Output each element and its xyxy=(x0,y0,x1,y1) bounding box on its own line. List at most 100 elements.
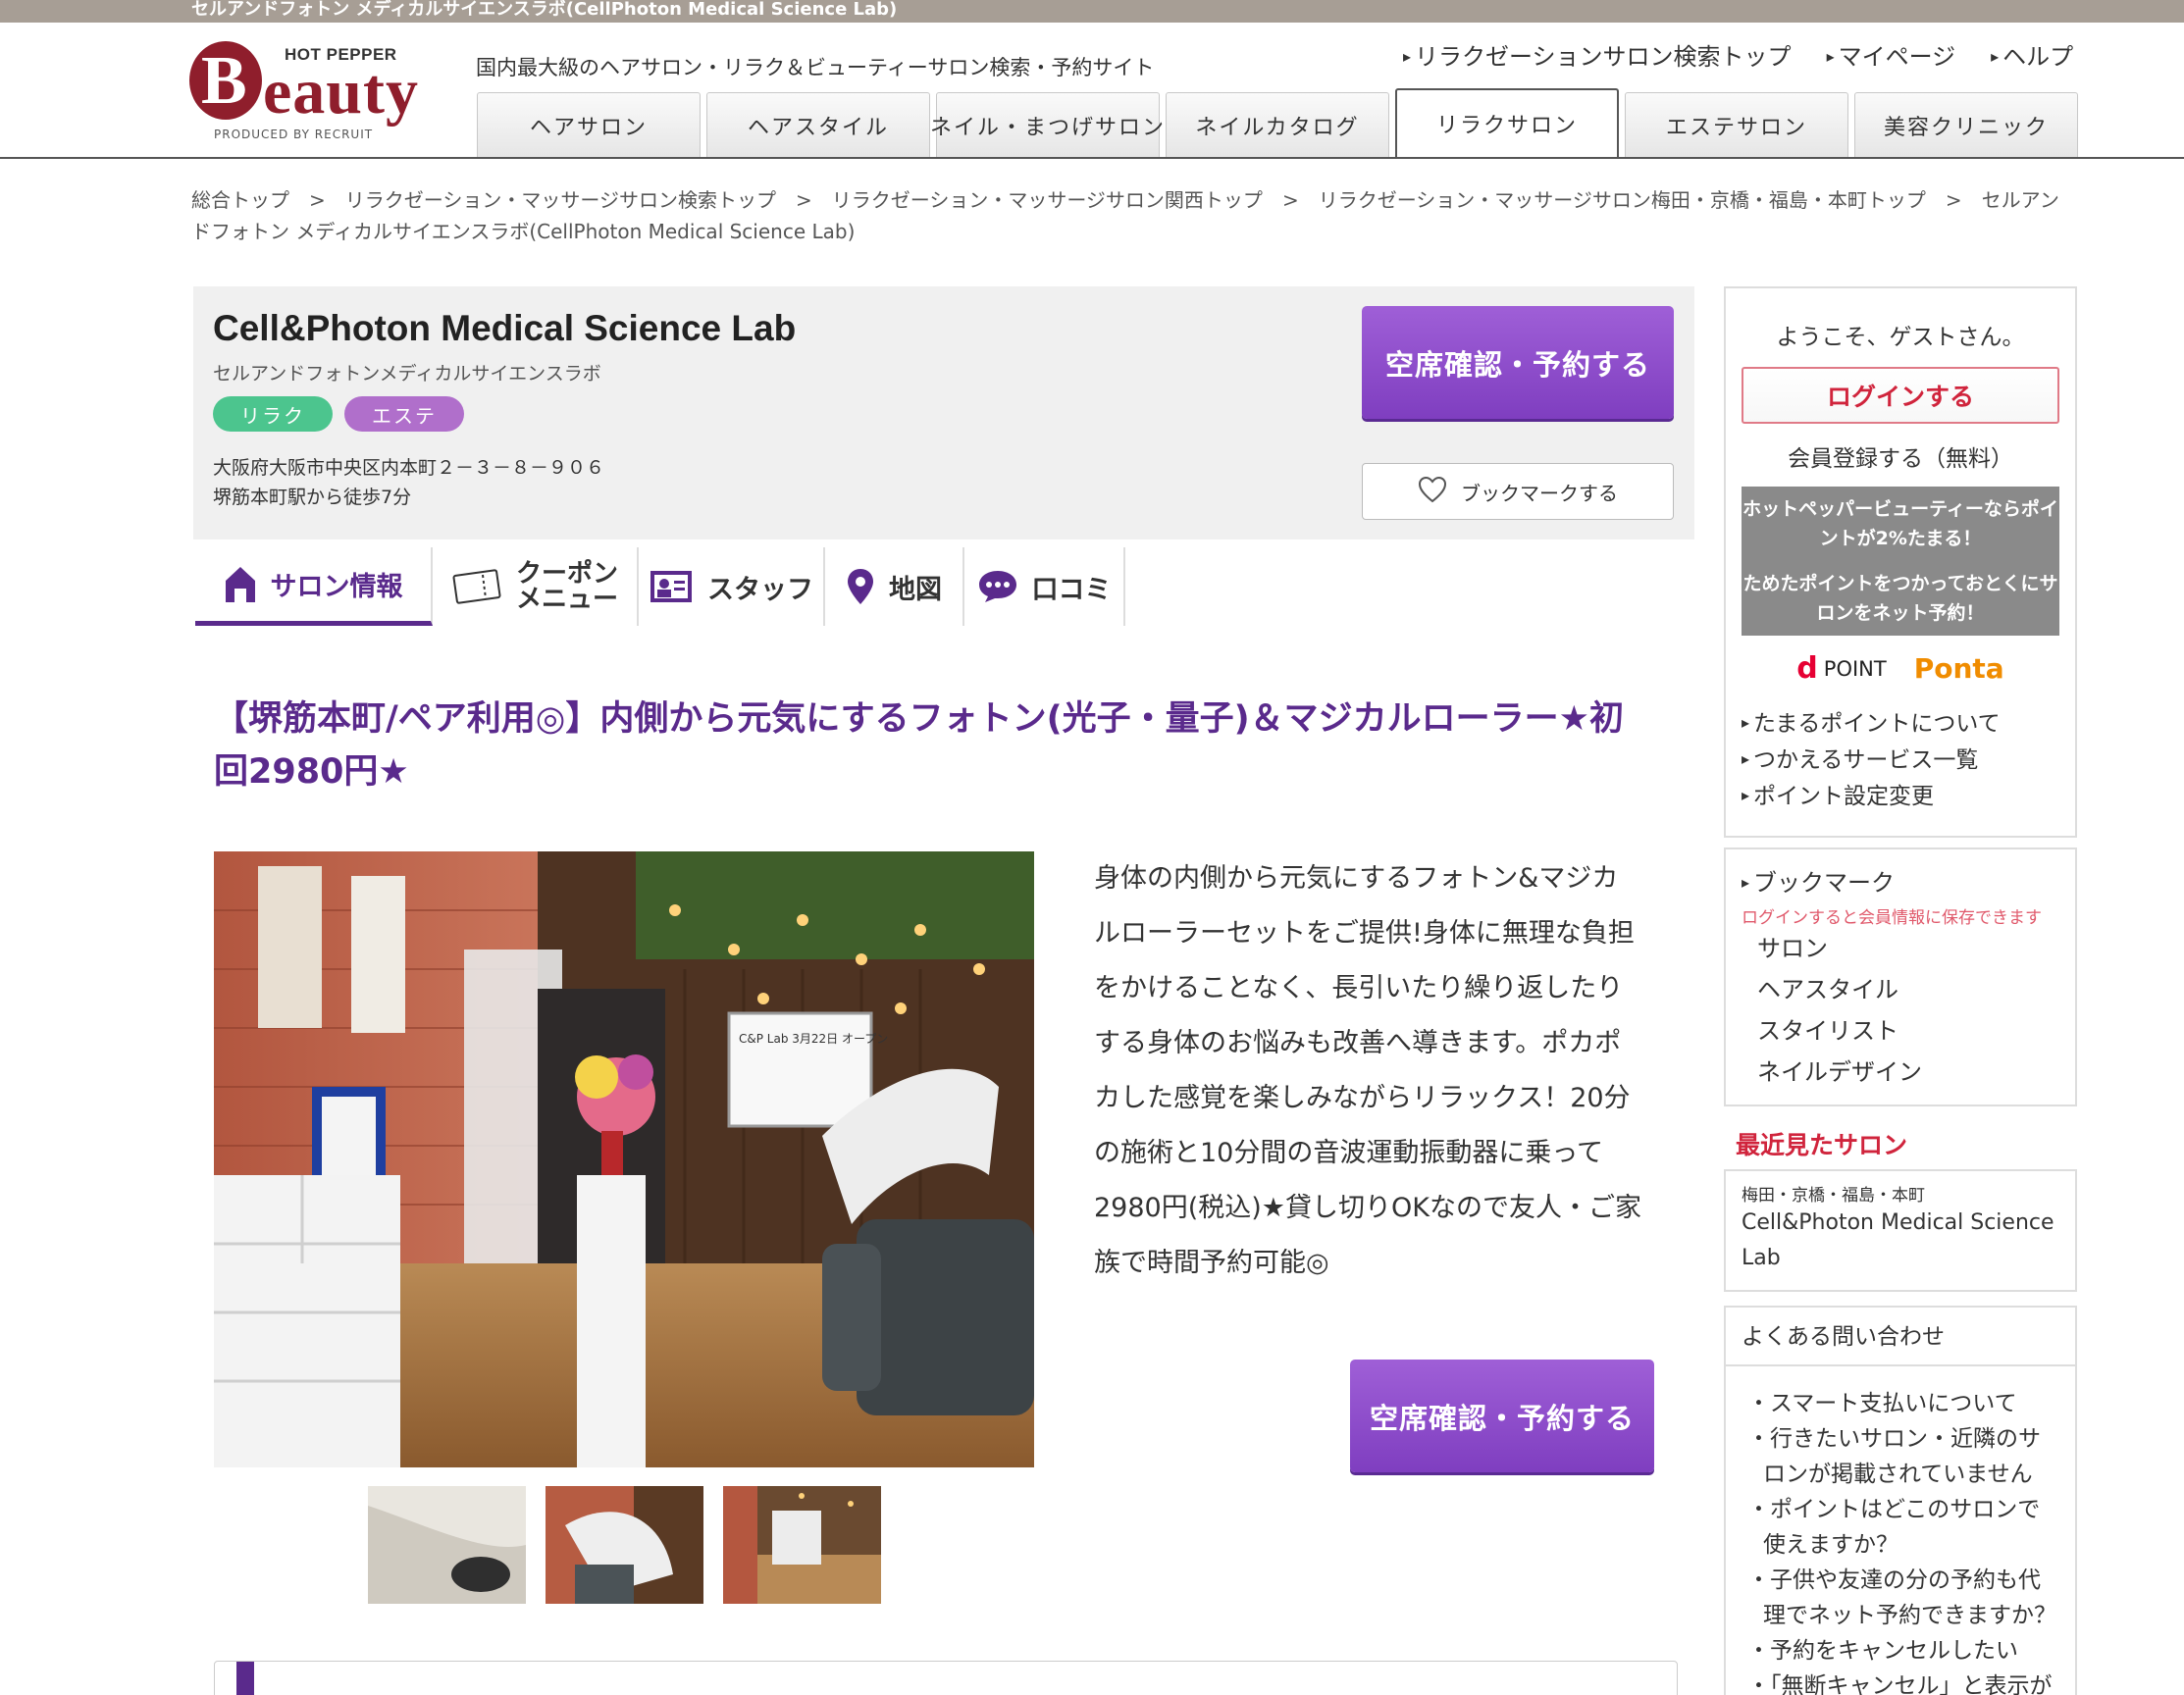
logo-produced-by: PRODUCED BY RECRUIT xyxy=(214,128,374,141)
faq-item[interactable]: ・スマート支払いについて xyxy=(1742,1386,2059,1421)
tab-map-label: 地図 xyxy=(889,574,942,605)
salon-content-tabs: サロン情報 クーポン メニュー スタッフ 地図 口コミ xyxy=(195,547,1125,626)
faq-heading: よくある問い合わせ xyxy=(1726,1308,2075,1366)
faq-item-label: 予約をキャンセルしたい xyxy=(1770,1638,2018,1664)
recent-salon-area: 梅田・京橋・福島・本町 xyxy=(1742,1186,1925,1206)
section-accent-bar xyxy=(236,1662,254,1695)
welcome-text: ようこそ、ゲストさん。 xyxy=(1776,325,2025,350)
faq-item[interactable]: ・子供や友達の分の予約も代理でネット予約できますか？ xyxy=(1742,1563,2059,1633)
photo-whiteboard-text: C&P Lab 3月22日 オープン xyxy=(739,1032,888,1046)
point-promo-text-2: ためたポイントをつかっておとくにサロンをネット予約！ xyxy=(1742,573,2058,624)
sidebar: ようこそ、ゲストさん。 ログインする 会員登録する（無料） ホットペッパービュー… xyxy=(1724,286,2077,1695)
breadcrumb-separator: > xyxy=(309,188,326,212)
tab-esthe-salon[interactable]: エステサロン xyxy=(1625,92,1848,157)
breadcrumb-separator: > xyxy=(1281,188,1299,212)
breadcrumb-item[interactable]: 総合トップ xyxy=(191,188,289,212)
breadcrumb-item[interactable]: リラクゼーション・マッサージサロン関西トップ xyxy=(832,188,1263,212)
faq-item-label: ポイントはどこのサロンで使えますか？ xyxy=(1763,1497,2041,1558)
heart-icon xyxy=(1418,476,1447,508)
speech-bubble-icon xyxy=(977,569,1018,604)
top-links: リラクゼーションサロン検索トップ マイページ ヘルプ xyxy=(1403,37,2073,72)
tab-hair-salon[interactable]: ヘアサロン xyxy=(477,92,701,157)
ponta-logo: Ponta xyxy=(1913,652,2004,685)
sidebar-member-box: ようこそ、ゲストさん。 ログインする 会員登録する（無料） ホットペッパービュー… xyxy=(1724,286,2077,838)
logo-eauty-text: eauty xyxy=(263,56,419,128)
salon-description: 身体の内側から元気にするフォトン&マジカルローラーセットをご提供!身体に無理な負… xyxy=(1094,863,1641,1278)
sidebar-bookmark-box: ブックマーク ログインすると会員情報に保存できます サロン ヘアスタイル スタイ… xyxy=(1724,848,2077,1106)
bookmark-item-salon[interactable]: サロン xyxy=(1742,928,2059,969)
recent-salons-heading: 最近見たサロン xyxy=(1736,1131,1908,1159)
reserve-button[interactable]: 空席確認・予約する xyxy=(1362,306,1674,419)
badge-esthe: エステ xyxy=(344,396,464,432)
link-point-settings[interactable]: ポイント設定変更 xyxy=(1742,778,2059,814)
tab-staff-label: スタッフ xyxy=(707,574,813,605)
breadcrumb-separator: > xyxy=(1945,188,1962,212)
dpoint-d-icon: d xyxy=(1796,651,1818,686)
faq-item[interactable]: ・「無断キャンセル」と表示が xyxy=(1742,1669,2059,1695)
bookmark-item-nail-design[interactable]: ネイルデザイン xyxy=(1742,1052,2059,1093)
breadcrumb: 総合トップ > リラクゼーション・マッサージサロン検索トップ > リラクゼーション・マッ… xyxy=(191,184,2065,247)
tab-staff[interactable]: スタッフ xyxy=(639,547,825,626)
login-button[interactable]: ログインする xyxy=(1742,367,2059,424)
hotpepper-beauty-logo[interactable]: HOT PEPPER B eauty PRODUCED BY RECRUIT xyxy=(186,39,427,147)
faq-item[interactable]: ・ポイントはどこのサロンで使えますか？ xyxy=(1742,1492,2059,1563)
tab-relax-salon[interactable]: リラクサロン xyxy=(1395,88,1619,157)
faq-item-label: 子供や友達の分の予約も代理でネット予約できますか？ xyxy=(1763,1567,2056,1628)
link-point-about[interactable]: たまるポイントについて xyxy=(1742,705,2059,742)
dpoint-text: POINT xyxy=(1823,656,1887,681)
bookmark-heading[interactable]: ブックマーク xyxy=(1742,863,2059,898)
tab-beauty-clinic[interactable]: 美容クリニック xyxy=(1854,92,2078,157)
reserve-button-secondary[interactable]: 空席確認・予約する xyxy=(1350,1360,1654,1472)
bookmark-item-stylist[interactable]: スタイリスト xyxy=(1742,1010,2059,1052)
link-point-services[interactable]: つかえるサービス一覧 xyxy=(1742,742,2059,778)
thumbnail-1[interactable] xyxy=(368,1486,526,1604)
faq-item-label: スマート支払いについて xyxy=(1770,1391,2017,1416)
header-divider xyxy=(0,157,2184,159)
breadcrumb-item[interactable]: リラクゼーション・マッサージサロン検索トップ xyxy=(345,188,776,212)
register-link[interactable]: 会員登録する（無料） xyxy=(1726,439,2075,473)
point-promo-text-1: ホットペッパービューティーならポイントが2%たまる！ xyxy=(1742,498,2058,549)
tab-hair-style[interactable]: ヘアスタイル xyxy=(706,92,930,157)
salon-catch-headline: 【堺筋本町/ペア利用◎】内側から元気にするフォトン(光子・量子)＆マジカルローラ… xyxy=(214,699,1625,792)
point-partner-logos: d POINT Ponta xyxy=(1726,651,2075,686)
salon-address-block: 大阪府大阪市中央区内本町２－３－８－９０６ 堺筋本町駅から徒歩7分 xyxy=(213,453,604,512)
logo-b-letter: B xyxy=(201,43,247,119)
link-help[interactable]: ヘルプ xyxy=(1991,37,2073,72)
tab-salon-info[interactable]: サロン情報 xyxy=(195,547,433,626)
tab-review-label: 口コミ xyxy=(1031,574,1112,605)
thumbnail-3[interactable] xyxy=(723,1486,881,1604)
faq-item[interactable]: ・予約をキャンセルしたい xyxy=(1742,1633,2059,1669)
link-mypage[interactable]: マイページ xyxy=(1827,37,1956,72)
salon-kana: セルアンドフォトンメディカルサイエンスラボ xyxy=(213,363,601,385)
faq-list: ・スマート支払いについて ・行きたいサロン・近隣のサロンが掲載されていません ・… xyxy=(1726,1366,2075,1695)
tab-review[interactable]: 口コミ xyxy=(964,547,1125,626)
sidebar-faq-box: よくある問い合わせ ・スマート支払いについて ・行きたいサロン・近隣のサロンが掲… xyxy=(1724,1306,2077,1695)
faq-item[interactable]: ・行きたいサロン・近隣のサロンが掲載されていません xyxy=(1742,1421,2059,1492)
bookmark-label: ブックマークする xyxy=(1461,481,1618,505)
tab-nail-eyelash[interactable]: ネイル・まつげサロン xyxy=(930,92,1164,157)
recent-salon-card[interactable]: 梅田・京橋・福島・本町 Cell&Photon Medical Science … xyxy=(1724,1169,2077,1292)
thumbnail-2[interactable] xyxy=(546,1486,703,1604)
salon-main-photo[interactable]: C&P Lab 3月22日 オープン xyxy=(214,851,1034,1467)
tab-nail-catalog[interactable]: ネイルカタログ xyxy=(1166,92,1389,157)
salon-access: 堺筋本町駅から徒歩7分 xyxy=(213,487,412,508)
bookmark-note: ログインすると会員情報に保存できます xyxy=(1742,908,2042,928)
tab-coupon-label-line2: メニュー xyxy=(515,585,618,614)
breadcrumb-separator: > xyxy=(795,188,812,212)
staff-icon xyxy=(649,569,694,604)
point-promo-banner[interactable]: ホットペッパービューティーならポイントが2%たまる！ ためたポイントをつかってお… xyxy=(1742,487,2059,636)
salon-name: Cell&Photon Medical Science Lab xyxy=(213,308,797,348)
bookmark-button[interactable]: ブックマークする xyxy=(1362,463,1674,520)
recent-salon-name[interactable]: Cell&Photon Medical Science Lab xyxy=(1742,1206,2059,1276)
tab-coupon-menu[interactable]: クーポン メニュー xyxy=(433,547,639,626)
bookmark-item-hairstyle[interactable]: ヘアスタイル xyxy=(1742,969,2059,1010)
breadcrumb-item[interactable]: リラクゼーション・マッサージサロン梅田・京橋・福島・本町トップ xyxy=(1319,188,1926,212)
tab-map[interactable]: 地図 xyxy=(825,547,964,626)
link-relax-search-top[interactable]: リラクゼーションサロン検索トップ xyxy=(1403,37,1792,72)
home-icon xyxy=(224,565,257,604)
point-links: たまるポイントについて つかえるサービス一覧 ポイント設定変更 xyxy=(1726,692,2075,832)
faq-item-label: 「無断キャンセル」と表示が xyxy=(1770,1673,2053,1695)
dpoint-logo: d POINT xyxy=(1796,651,1886,686)
map-pin-icon xyxy=(846,567,875,606)
badge-relax: リラク xyxy=(213,396,333,432)
